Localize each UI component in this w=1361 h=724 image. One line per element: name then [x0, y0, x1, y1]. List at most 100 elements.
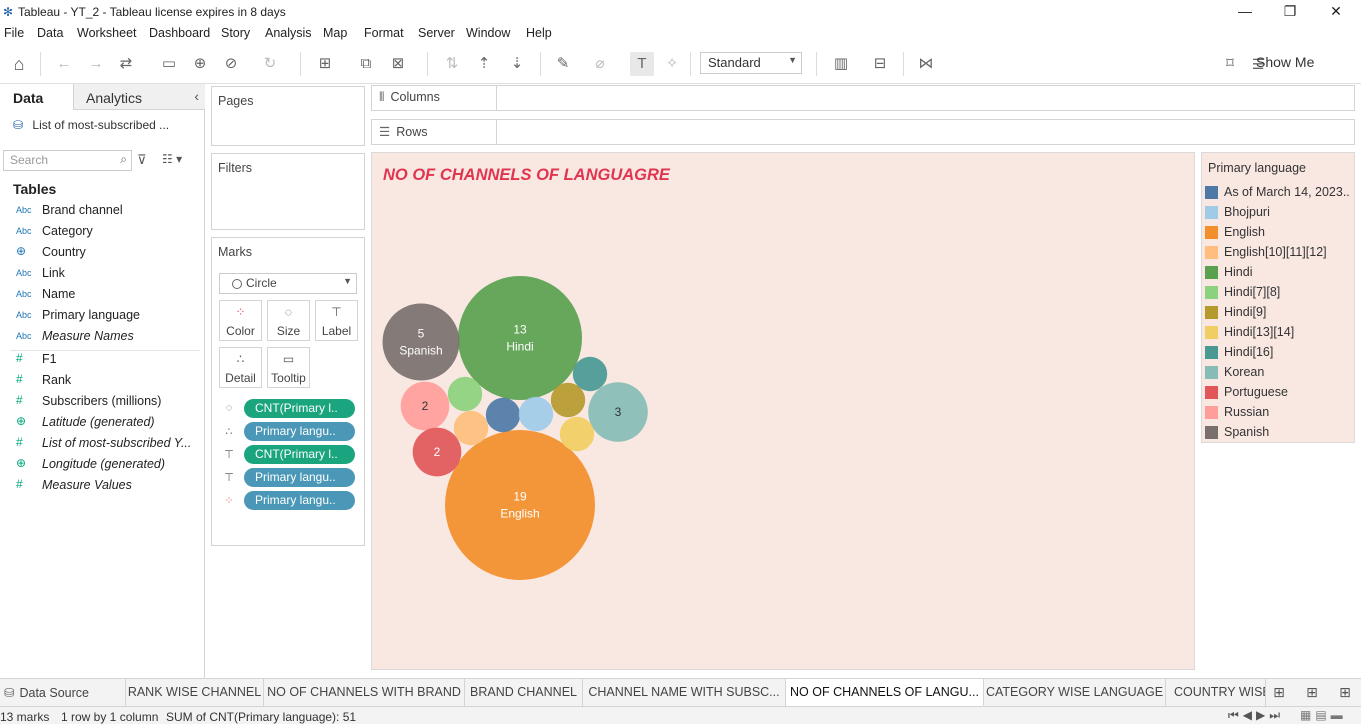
legend-item[interactable]: Korean [1205, 363, 1355, 383]
legend-item[interactable]: Hindi[9] [1205, 303, 1355, 323]
maximize-button[interactable]: ❐ [1267, 0, 1313, 24]
field-measure-names[interactable]: Abc Measure Names [16, 327, 201, 348]
bubble-english-10-11-12[interactable] [453, 410, 489, 446]
pages-card[interactable]: Pages [211, 86, 365, 146]
tab-analytics[interactable]: Analytics ‹ [73, 84, 205, 110]
bubble-spanish[interactable] [382, 303, 460, 381]
legend-item[interactable]: Hindi[13][14] [1205, 323, 1355, 343]
marks-pill[interactable]: Primary langu.. [244, 468, 355, 487]
duplicate-sheet-icon[interactable]: ⧉ [354, 52, 378, 76]
data-source-tab[interactable]: ⛁ Data Source [0, 679, 126, 707]
legend-item[interactable]: Hindi[16] [1205, 343, 1355, 363]
replay-icon[interactable]: ⇄ [114, 52, 138, 76]
marks-pill[interactable]: CNT(Primary l.. [244, 445, 355, 464]
mark-type-select[interactable]: Circle ▼ [219, 273, 357, 294]
bubble-hindi-9[interactable] [550, 382, 586, 418]
field-rank[interactable]: # Rank [16, 371, 201, 392]
field-f1[interactable]: # F1 [16, 350, 201, 371]
sheet-tab[interactable]: BRAND CHANNEL [465, 679, 583, 707]
legend-item[interactable]: Russian [1205, 403, 1355, 423]
field-primary-language[interactable]: Abc Primary language [16, 306, 201, 327]
tab-data[interactable]: Data [13, 90, 43, 106]
sort-descending-icon[interactable]: ⇣ [505, 52, 529, 76]
field-brand-channel[interactable]: Abc Brand channel [16, 201, 201, 222]
sheet-tab[interactable]: NO OF CHANNELS WITH BRAND [264, 679, 465, 707]
label-button[interactable]: ⊤ Label [315, 300, 358, 341]
legend-item[interactable]: Hindi [1205, 263, 1355, 283]
sheet-tab[interactable]: CATEGORY WISE LANGUAGE [984, 679, 1166, 707]
swap-icon[interactable]: ⇅ [440, 52, 464, 76]
legend-item[interactable]: Bhojpuri [1205, 203, 1355, 223]
menu-dashboard[interactable]: Dashboard [149, 26, 210, 40]
new-dashboard-icon[interactable]: ⊞ [1301, 684, 1323, 701]
new-story-icon[interactable]: ⊞ [1334, 684, 1356, 701]
collapse-pane-icon[interactable]: ‹ [194, 88, 199, 104]
menu-worksheet[interactable]: Worksheet [77, 26, 137, 40]
menu-help[interactable]: Help [526, 26, 552, 40]
menu-map[interactable]: Map [323, 26, 347, 40]
show-me-button[interactable]: Show Me [1256, 54, 1314, 70]
menu-window[interactable]: Window [466, 26, 510, 40]
legend-item[interactable]: English [1205, 223, 1355, 243]
marks-pill[interactable]: Primary langu.. [244, 491, 355, 510]
legend-item[interactable]: Portuguese [1205, 383, 1355, 403]
size-button[interactable]: ◌ Size [267, 300, 310, 341]
legend-item[interactable]: Hindi[7][8] [1205, 283, 1355, 303]
pause-updates-icon[interactable]: ⊘ [219, 52, 243, 76]
legend-item[interactable]: Spanish [1205, 423, 1355, 443]
filter-icon[interactable]: ⊽ [137, 152, 147, 168]
clear-sheet-icon[interactable]: ⊠ [386, 52, 410, 76]
field-measure-values[interactable]: # Measure Values [16, 476, 201, 497]
presentation-mode-icon[interactable]: ⊟ [868, 52, 892, 76]
new-datasource-icon[interactable]: ⊕ [188, 52, 212, 76]
menu-analysis[interactable]: Analysis [265, 26, 312, 40]
minimize-button[interactable]: — [1222, 0, 1268, 24]
menu-data[interactable]: Data [37, 26, 63, 40]
sheet-tab[interactable]: COUNTRY WISE [1166, 679, 1266, 707]
field-list-count[interactable]: # List of most-subscribed Y... [16, 434, 201, 455]
fix-axes-icon[interactable]: ✧ [660, 52, 684, 76]
sheet-navigation-icon[interactable]: ⏮◀▶⏭ [1228, 708, 1284, 723]
datasource-item[interactable]: ⛁ List of most-subscribed ... [13, 118, 169, 132]
group-icon[interactable]: ⌀ [588, 52, 612, 76]
bubble-chart[interactable]: 19 English13 Hindi5 Spanish322 [372, 153, 1196, 671]
color-button[interactable]: ⁘ Color [219, 300, 262, 341]
menu-file[interactable]: File [4, 26, 24, 40]
sheet-tab-active[interactable]: NO OF CHANNELS OF LANGU... [786, 679, 984, 707]
save-icon[interactable]: ▭ [157, 52, 181, 76]
marks-pill[interactable]: CNT(Primary l.. [244, 399, 355, 418]
refresh-icon[interactable]: ↻ [258, 52, 282, 76]
share-icon[interactable]: ⋈ [914, 52, 938, 76]
undo-icon[interactable]: ← [52, 52, 76, 76]
tooltip-button[interactable]: ▭ Tooltip [267, 347, 310, 388]
field-latitude[interactable]: ⊕ Latitude (generated) [16, 413, 201, 434]
redo-icon[interactable]: → [84, 52, 108, 76]
rows-shelf[interactable]: ☰ Rows [371, 119, 1355, 145]
home-icon[interactable]: ⌂ [7, 52, 31, 76]
presenter-icon[interactable]: ⌑ [1218, 52, 1242, 76]
field-subscribers[interactable]: # Subscribers (millions) [16, 392, 201, 413]
legend-item[interactable]: As of March 14, 2023.. [1205, 183, 1355, 203]
show-labels-icon[interactable]: T [630, 52, 654, 76]
menu-server[interactable]: Server [418, 26, 455, 40]
field-link[interactable]: Abc Link [16, 264, 201, 285]
menu-story[interactable]: Story [221, 26, 250, 40]
field-longitude[interactable]: ⊕ Longitude (generated) [16, 455, 201, 476]
filters-card[interactable]: Filters [211, 153, 365, 230]
marks-pill[interactable]: Primary langu.. [244, 422, 355, 441]
sheet-tab[interactable]: CHANNEL NAME WITH SUBSC... [583, 679, 786, 707]
show-cards-icon[interactable]: ▥ [829, 52, 853, 76]
fit-select[interactable]: Standard ▼ [700, 52, 802, 74]
highlight-icon[interactable]: ✎ [551, 52, 575, 76]
field-country[interactable]: ⊕ Country [16, 243, 201, 264]
field-category[interactable]: Abc Category [16, 222, 201, 243]
new-worksheet-icon[interactable]: ⊞ [313, 52, 337, 76]
bubble-as-of-march-14-2023[interactable] [485, 397, 521, 433]
viz-canvas[interactable]: NO OF CHANNELS OF LANGUAGRE 19 English 13 H… [371, 152, 1195, 670]
menu-format[interactable]: Format [364, 26, 404, 40]
sort-ascending-icon[interactable]: ⇡ [472, 52, 496, 76]
columns-shelf[interactable]: ⦀ Columns [371, 85, 1355, 111]
bubble-bhojpuri[interactable] [518, 396, 554, 432]
bubble-hindi-13-14[interactable] [559, 416, 595, 452]
close-button[interactable]: ✕ [1313, 0, 1359, 24]
